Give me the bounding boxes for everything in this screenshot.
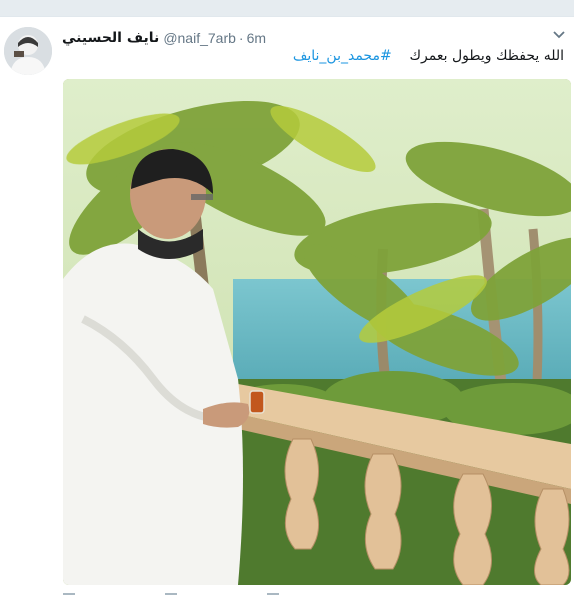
tweet-actions (63, 593, 279, 603)
avatar[interactable] (4, 27, 52, 75)
display-name[interactable]: نايف الحسيني (62, 30, 159, 46)
tweet-text: الله يحفظك ويطول بعمرك #محمد_بن_نايف (293, 48, 564, 64)
user-handle[interactable]: @naif_7arb (163, 30, 236, 46)
hashtag-link[interactable]: #محمد_بن_نايف (293, 48, 392, 64)
tweet-text-body: الله يحفظك ويطول بعمرك (409, 48, 565, 64)
timeline-top-divider (0, 0, 574, 17)
timestamp[interactable]: 6m (247, 30, 266, 46)
chevron-down-icon[interactable] (552, 28, 566, 42)
tweet-card[interactable]: نايف الحسيني @naif_7arb · 6m الله يحفظك … (0, 17, 574, 600)
tweet-photo[interactable] (63, 79, 571, 585)
photo-illustration (63, 79, 571, 585)
tweet-header: نايف الحسيني @naif_7arb · 6m (62, 28, 266, 48)
separator-dot: · (238, 30, 244, 46)
